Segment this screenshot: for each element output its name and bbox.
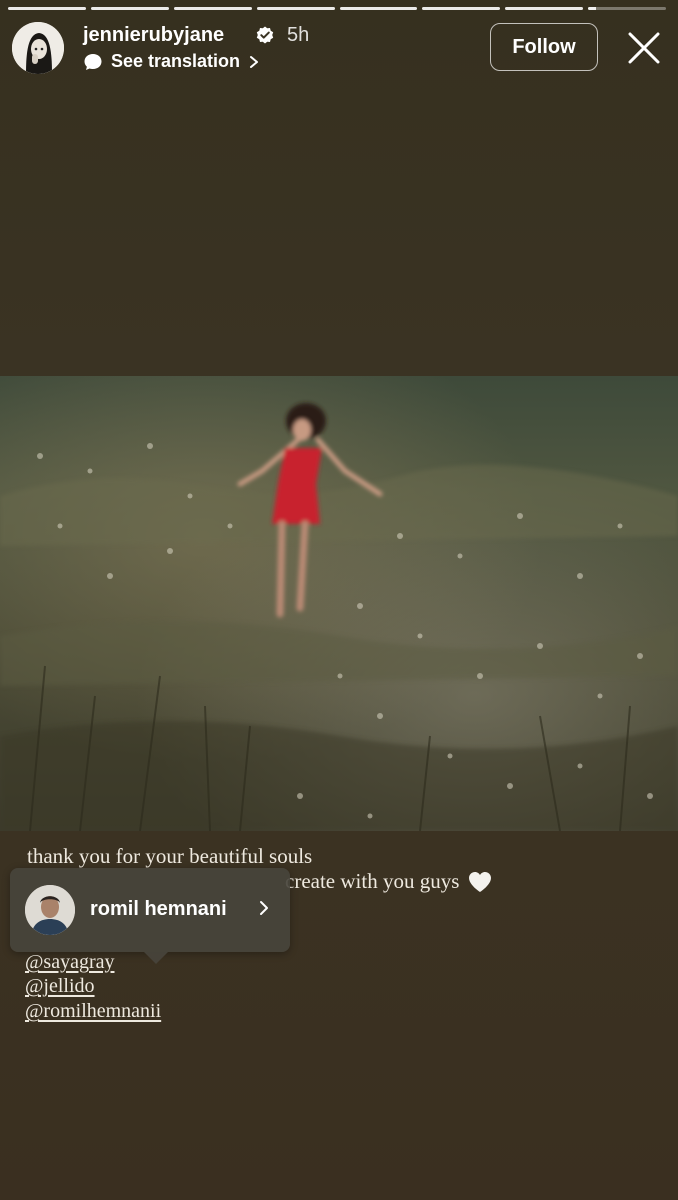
progress-segment xyxy=(90,7,169,10)
progress-segment xyxy=(173,7,252,10)
username[interactable]: jennierubyjane xyxy=(83,24,224,47)
progress-segment xyxy=(256,7,335,10)
tagged-user-avatar xyxy=(25,885,75,935)
verified-badge-icon xyxy=(256,26,274,44)
story-progress-bar xyxy=(8,7,666,10)
progress-segment xyxy=(505,7,584,10)
mention-jellido[interactable]: @jellido xyxy=(25,975,95,998)
see-translation-label: See translation xyxy=(111,51,241,71)
progress-segment xyxy=(8,7,86,10)
story-header: jennierubyjane 5h See translation Follow xyxy=(12,22,666,78)
caption-line-2-text: create with you guys xyxy=(285,869,460,893)
avatar-portrait-icon xyxy=(12,22,64,74)
chevron-right-icon xyxy=(250,55,259,68)
chevron-right-icon xyxy=(260,901,268,915)
mention-romilhemnanii[interactable]: @romilhemnanii xyxy=(25,1000,161,1023)
caption-line-2: create with you guys xyxy=(285,869,493,894)
follow-button[interactable]: Follow xyxy=(490,23,598,71)
field-photo-image xyxy=(0,376,678,831)
progress-segment xyxy=(422,7,501,10)
mention-sayagray[interactable]: @sayagray xyxy=(25,951,115,974)
caption-line-1: thank you for your beautiful souls xyxy=(27,844,313,868)
progress-segment xyxy=(339,7,418,10)
story-photo xyxy=(0,376,678,831)
avatar[interactable] xyxy=(12,22,64,74)
avatar-portrait-icon xyxy=(25,885,75,935)
see-translation-button[interactable]: See translation xyxy=(83,51,260,72)
progress-segment-current xyxy=(588,7,666,10)
close-icon[interactable] xyxy=(626,30,662,66)
tagged-user-popup[interactable]: romil hemnani xyxy=(10,868,290,964)
white-heart-icon xyxy=(469,871,492,892)
popup-arrow xyxy=(144,952,168,964)
post-time: 5h xyxy=(287,24,310,46)
speech-bubble-icon xyxy=(84,53,102,70)
tagged-user-name: romil hemnani xyxy=(90,898,227,920)
